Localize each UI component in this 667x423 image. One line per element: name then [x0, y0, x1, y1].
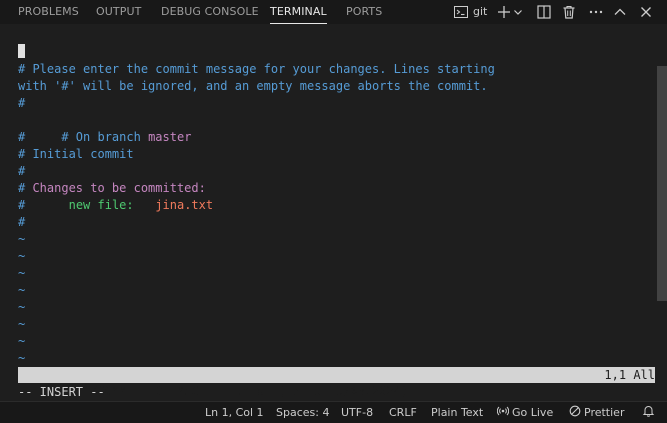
editor-line: # Initial commit [18, 147, 134, 161]
vim-mode-indicator: -- INSERT -- [18, 385, 105, 399]
tilde-line: ~ [18, 351, 26, 365]
terminal-view[interactable]: # Please enter the commit message for yo… [0, 24, 667, 401]
vim-cursor-position: 1,1 All [604, 368, 655, 382]
changes-header: Changes to be committed: [32, 181, 206, 195]
encoding-status[interactable]: UTF-8 [341, 402, 373, 423]
notifications-button[interactable] [642, 402, 658, 423]
chevron-down-icon[interactable] [512, 3, 524, 21]
trash-icon[interactable] [560, 3, 578, 21]
language-mode-status[interactable]: Plain Text [431, 402, 483, 423]
tilde-line: ~ [18, 249, 26, 263]
comment-hash: # [18, 181, 33, 195]
tilde-line: ~ [18, 232, 26, 246]
editor-line-branch: # On branch master [18, 112, 191, 144]
split-terminal-icon[interactable] [535, 3, 553, 21]
tab-debug-console[interactable]: DEBUG CONSOLE [161, 0, 259, 24]
status-bar: Ln 1, Col 1 Spaces: 4 UTF-8 CRLF Plain T… [0, 401, 667, 423]
editor-line: # [18, 215, 26, 229]
add-terminal-icon[interactable] [495, 3, 513, 21]
maximize-panel-icon[interactable] [611, 3, 629, 21]
tilde-line: ~ [18, 300, 26, 314]
change-type: new file: [68, 198, 134, 212]
tilde-line: ~ [18, 334, 26, 348]
go-live-button[interactable]: Go Live [496, 402, 554, 423]
comment-hash: # [18, 198, 26, 212]
editor-line: # Please enter the commit message for yo… [18, 62, 495, 76]
cursor-position-status[interactable]: Ln 1, Col 1 [205, 402, 264, 423]
editor-line: # [18, 130, 26, 144]
go-live-label: Go Live [512, 406, 554, 419]
panel-tab-bar: PROBLEMS OUTPUT DEBUG CONSOLE TERMINAL P… [0, 0, 667, 24]
vim-status-line: .git/COMMIT_EDITMSG[+] [unix] (17:55 19/… [18, 367, 655, 398]
tilde-line: ~ [18, 266, 26, 280]
tab-output[interactable]: OUTPUT [96, 0, 141, 24]
terminal-scrollbar[interactable] [657, 66, 667, 301]
prettier-button[interactable]: Prettier [569, 402, 624, 423]
prohibited-icon [569, 403, 581, 423]
tab-ports[interactable]: PORTS [346, 0, 382, 24]
tilde-line: ~ [18, 317, 26, 331]
more-actions-icon[interactable] [587, 3, 605, 21]
branch-name: master [148, 130, 192, 144]
prettier-label: Prettier [584, 406, 625, 419]
vim-file-info: .git/COMMIT_EDITMSG[+] [unix] (17:55 19/… [61, 384, 409, 398]
editor-line: # [18, 164, 26, 178]
editor-line: with '#' will be ignored, and an empty m… [18, 79, 488, 93]
broadcast-icon [496, 403, 510, 423]
editor-line-changes-header: # Changes to be committed: [18, 180, 206, 197]
changed-file-name: jina.txt [155, 198, 214, 212]
indentation-status[interactable]: Spaces: 4 [276, 402, 329, 423]
tilde-line: ~ [18, 283, 26, 297]
vscode-panel: PROBLEMS OUTPUT DEBUG CONSOLE TERMINAL P… [0, 0, 667, 423]
tab-terminal[interactable]: TERMINAL [270, 0, 327, 24]
tab-problems[interactable]: PROBLEMS [18, 0, 79, 24]
terminal-icon[interactable] [452, 3, 470, 21]
terminal-name[interactable]: git [473, 0, 487, 24]
close-panel-icon[interactable] [637, 3, 655, 21]
eol-status[interactable]: CRLF [389, 402, 417, 423]
text-cursor [18, 44, 25, 58]
editor-line: # [18, 96, 26, 110]
editor-line-new-file: # new file: jina.txt [18, 197, 213, 214]
bell-icon [642, 403, 655, 423]
branch-label: # On branch [61, 130, 141, 144]
